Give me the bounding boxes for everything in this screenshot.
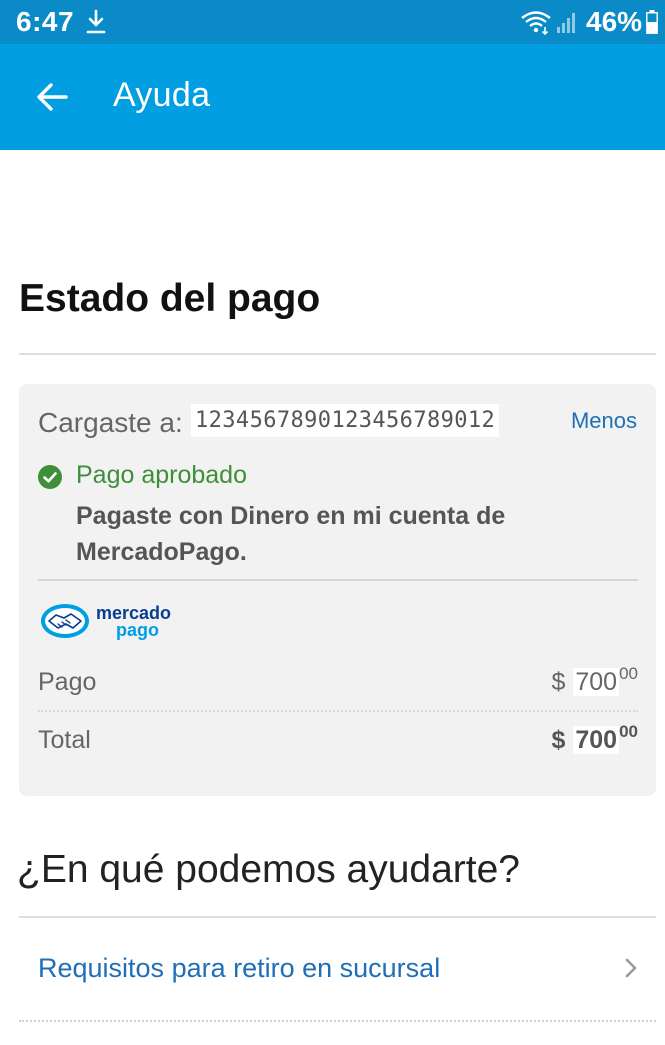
less-details-link[interactable]: Menos <box>571 408 637 434</box>
app-bar: Ayuda <box>0 44 665 150</box>
page-title: Estado del pago <box>19 277 321 320</box>
signal-icon <box>557 13 575 33</box>
recharge-label: Cargaste a: <box>38 407 183 438</box>
divider <box>38 579 638 581</box>
dotted-divider <box>19 1020 656 1022</box>
battery-percentage: 46% <box>586 6 643 37</box>
recharge-number: 1234567890123456789012 <box>191 404 500 437</box>
payment-status-card: Cargaste a: 1234567890123456789012 Menos… <box>19 384 656 796</box>
mercadopago-logo: mercado pago <box>41 603 171 640</box>
payment-status-description: Pagaste con Dinero en mi cuenta de Merca… <box>76 502 506 566</box>
download-icon <box>86 9 106 34</box>
battery-icon <box>646 10 658 34</box>
chevron-right-icon <box>625 958 637 978</box>
divider <box>19 916 656 918</box>
total-row: Total $700 00 <box>38 722 638 762</box>
svg-text:pago: pago <box>116 620 159 640</box>
payment-row-amount: $700 00 <box>551 664 638 696</box>
wifi-icon <box>521 11 551 35</box>
back-button[interactable] <box>22 70 82 124</box>
help-item-branch-pickup[interactable]: Requisitos para retiro en sucursal <box>19 935 656 1003</box>
payment-status-label: Pago aprobado <box>76 461 247 489</box>
payment-row-label: Pago <box>38 668 97 696</box>
help-section-title: ¿En qué podemos ayudarte? <box>17 848 521 891</box>
dotted-divider <box>38 710 638 712</box>
help-item-label: Requisitos para retiro en sucursal <box>38 953 441 983</box>
payment-row: Pago $700 00 <box>38 664 638 704</box>
total-row-amount: $700 00 <box>551 722 638 754</box>
total-row-label: Total <box>38 726 91 754</box>
help-screen: 6:47 46% Ayuda Estado del pago Cargaste … <box>0 0 665 1045</box>
check-circle-icon <box>38 465 62 489</box>
app-title: Ayuda <box>113 76 211 114</box>
divider <box>19 353 656 355</box>
status-time: 6:47 <box>16 6 75 37</box>
status-bar: 6:47 46% <box>0 0 665 44</box>
arrow-left-icon <box>37 83 68 111</box>
